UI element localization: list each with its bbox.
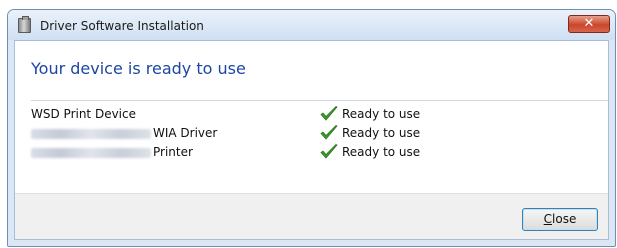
device-name: WIA Driver xyxy=(31,126,217,140)
close-button[interactable]: Close xyxy=(522,208,598,231)
dialog-footer: Close xyxy=(15,193,608,239)
device-row: WSD Print Device Ready to use xyxy=(31,105,591,123)
driver-installation-dialog: Driver Software Installation ✕ Your devi… xyxy=(7,9,616,247)
device-status: Ready to use xyxy=(342,145,421,159)
close-icon: ✕ xyxy=(583,16,595,31)
redacted-text xyxy=(31,128,151,139)
dialog-content: Your device is ready to use WSD Print De… xyxy=(14,40,609,240)
green-check-icon xyxy=(320,106,338,121)
redacted-text xyxy=(31,147,151,158)
device-row: WIA Driver Ready to use xyxy=(31,124,591,142)
title-bar[interactable]: Driver Software Installation ✕ xyxy=(8,10,615,40)
device-status: Ready to use xyxy=(342,107,421,121)
device-status: Ready to use xyxy=(342,126,421,140)
title-close-button[interactable]: ✕ xyxy=(568,15,610,33)
device-name: Printer xyxy=(31,145,193,159)
device-row: Printer Ready to use xyxy=(31,143,591,161)
separator xyxy=(31,100,608,101)
page-title: Your device is ready to use xyxy=(31,59,246,78)
green-check-icon xyxy=(320,125,338,140)
device-icon xyxy=(18,16,31,33)
device-name: WSD Print Device xyxy=(31,107,136,121)
window-title: Driver Software Installation xyxy=(40,19,204,33)
green-check-icon xyxy=(320,144,338,159)
